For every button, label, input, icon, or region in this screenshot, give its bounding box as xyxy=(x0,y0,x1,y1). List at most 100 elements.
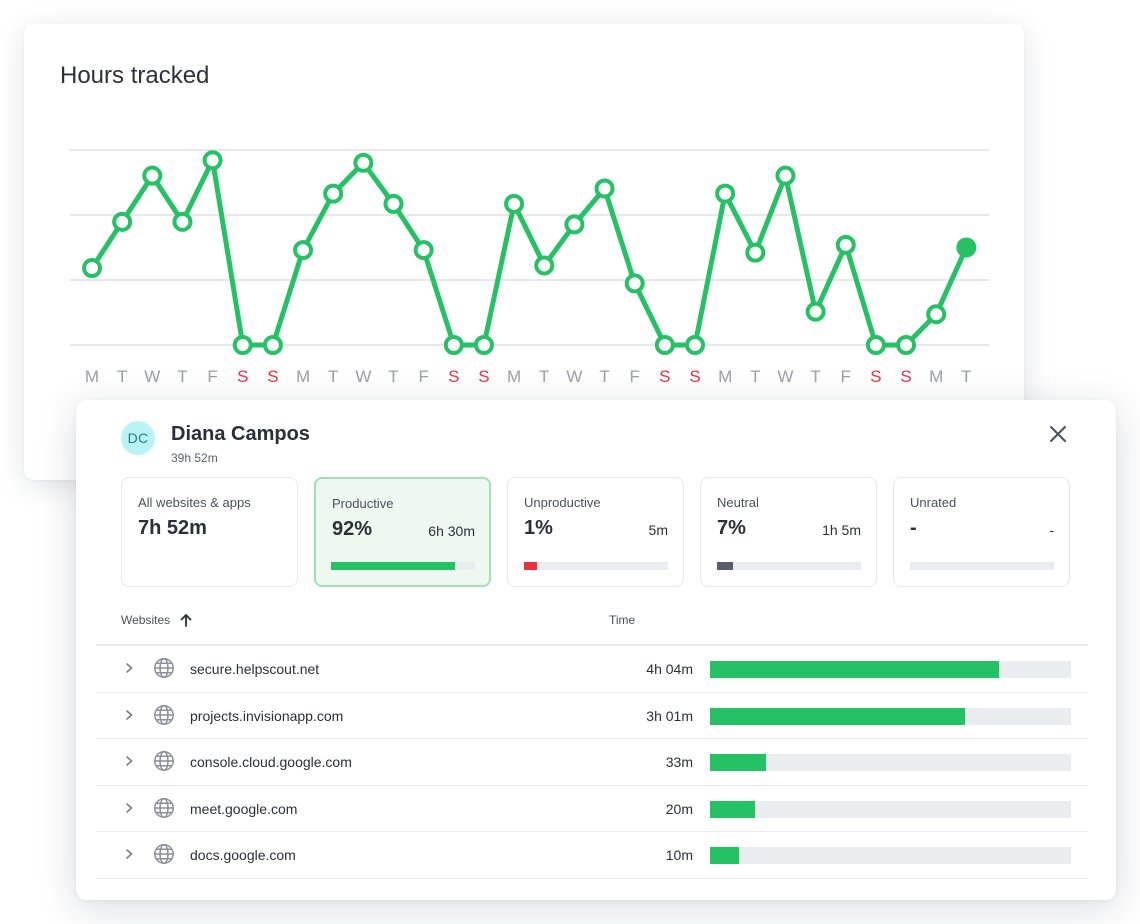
chart-point[interactable] xyxy=(536,257,552,273)
chart-point[interactable] xyxy=(627,275,643,291)
chart-point[interactable] xyxy=(476,337,492,353)
chart-point[interactable] xyxy=(506,196,522,212)
chevron-right-icon[interactable] xyxy=(122,753,136,769)
chart-point[interactable] xyxy=(295,242,311,258)
chart-point[interactable] xyxy=(144,168,160,184)
website-time-bar-fill xyxy=(710,708,965,725)
website-name[interactable]: meet.google.com xyxy=(190,801,297,817)
close-icon xyxy=(1049,425,1067,443)
x-tick-label: T xyxy=(177,367,187,386)
stat-label: Productive xyxy=(332,496,393,511)
stat-card-unproductive[interactable]: Unproductive1%5m xyxy=(507,477,684,587)
x-tick-label: T xyxy=(328,367,338,386)
x-tick-label: S xyxy=(870,367,881,386)
x-tick-label: T xyxy=(810,367,820,386)
chart-point[interactable] xyxy=(747,245,763,261)
chart-point[interactable] xyxy=(657,337,673,353)
chevron-right-icon[interactable] xyxy=(122,846,136,862)
chart-point[interactable] xyxy=(868,337,884,353)
chart-point[interactable] xyxy=(386,196,402,212)
chart-point[interactable] xyxy=(355,155,371,171)
globe-icon xyxy=(153,704,175,726)
stat-card-unrated[interactable]: Unrated-- xyxy=(893,477,1070,587)
table-row[interactable]: meet.google.com20m xyxy=(96,786,1088,833)
x-tick-label: W xyxy=(566,367,582,386)
chart-point[interactable] xyxy=(597,180,613,196)
column-websites: Websites xyxy=(121,613,170,627)
stat-label: Unrated xyxy=(910,495,956,510)
websites-table: secure.helpscout.net 4h 04m projects.invis… xyxy=(96,646,1088,879)
chart-point[interactable] xyxy=(446,337,462,353)
x-tick-label: W xyxy=(777,367,793,386)
table-row[interactable]: projects.invisionapp.com3h 01m xyxy=(96,693,1088,740)
x-tick-label: F xyxy=(630,367,640,386)
table-row[interactable]: secure.helpscout.net 4h 04m xyxy=(96,646,1088,693)
x-tick-label: W xyxy=(144,367,160,386)
user-name: Diana Campos xyxy=(171,423,310,446)
x-tick-label: M xyxy=(507,367,521,386)
chevron-right-icon[interactable] xyxy=(122,660,136,676)
stat-value: 7h 52m xyxy=(138,517,207,540)
chart-point[interactable] xyxy=(838,237,854,253)
chart-point[interactable] xyxy=(808,304,824,320)
stat-card-neutral[interactable]: Neutral7%1h 5m xyxy=(700,477,877,587)
stat-time: - xyxy=(1049,522,1054,538)
stat-time: 5m xyxy=(649,522,668,538)
user-total-time: 39h 52m xyxy=(171,451,218,465)
chart-point[interactable] xyxy=(205,152,221,168)
chart-point[interactable] xyxy=(84,260,100,276)
chart-point[interactable] xyxy=(777,168,793,184)
x-tick-label: S xyxy=(900,367,911,386)
x-tick-label: S xyxy=(689,367,700,386)
chart-point[interactable] xyxy=(898,337,914,353)
stat-card-productive[interactable]: Productive92%6h 30m xyxy=(314,477,491,587)
stage: Hours tracked MTWTFSSMTWTFSSMTWTFSSMTWTF… xyxy=(0,0,1140,924)
chart-series-line xyxy=(92,160,966,345)
stat-label: Neutral xyxy=(717,495,759,510)
avatar: DC xyxy=(121,421,155,455)
chart-point[interactable] xyxy=(687,337,703,353)
chart-point[interactable] xyxy=(174,214,190,230)
stat-card-all-websites-apps[interactable]: All websites & apps 7h 52m xyxy=(121,477,298,587)
chart-point[interactable] xyxy=(416,242,432,258)
close-button[interactable] xyxy=(1044,420,1072,448)
chart-point[interactable] xyxy=(114,214,130,230)
x-tick-label: T xyxy=(750,367,760,386)
stat-label: All websites & apps xyxy=(138,495,251,510)
chart-point[interactable] xyxy=(566,216,582,232)
website-name[interactable]: secure.helpscout.net xyxy=(190,661,319,677)
website-time-bar-fill xyxy=(710,801,755,818)
website-time-bar-fill xyxy=(710,847,739,864)
website-time-bar xyxy=(710,754,1071,771)
website-name[interactable]: console.cloud.google.com xyxy=(190,754,352,770)
column-time: Time xyxy=(609,613,635,627)
user-detail-card: DC Diana Campos 39h 52m All websites & a… xyxy=(76,400,1116,900)
category-stats: All websites & apps 7h 52m Productive92%6h… xyxy=(121,477,1071,587)
chart-point[interactable] xyxy=(265,337,281,353)
website-time: 33m xyxy=(666,754,693,770)
website-name[interactable]: projects.invisionapp.com xyxy=(190,708,343,724)
table-row[interactable]: docs.google.com10m xyxy=(96,832,1088,879)
globe-icon xyxy=(153,750,175,772)
table-row[interactable]: console.cloud.google.com 33m xyxy=(96,739,1088,786)
chart-point[interactable] xyxy=(325,186,341,202)
x-tick-label: S xyxy=(237,367,248,386)
chart-point[interactable] xyxy=(956,238,976,258)
x-tick-label: M xyxy=(85,367,99,386)
website-name[interactable]: docs.google.com xyxy=(190,847,296,863)
chevron-right-icon[interactable] xyxy=(122,800,136,816)
chart-point[interactable] xyxy=(235,337,251,353)
stat-progress-fill xyxy=(331,562,455,570)
globe-icon xyxy=(153,657,175,679)
x-tick-label: T xyxy=(961,367,971,386)
chevron-right-icon[interactable] xyxy=(122,707,136,723)
chart-point[interactable] xyxy=(928,306,944,322)
website-time: 4h 04m xyxy=(646,661,693,677)
x-tick-label: S xyxy=(478,367,489,386)
chart-point[interactable] xyxy=(717,186,733,202)
sort-websites-button[interactable]: Websites xyxy=(121,613,192,627)
x-tick-label: T xyxy=(539,367,549,386)
stat-progress-bar xyxy=(331,562,475,570)
x-tick-label: T xyxy=(388,367,398,386)
website-time-bar xyxy=(710,661,1071,678)
